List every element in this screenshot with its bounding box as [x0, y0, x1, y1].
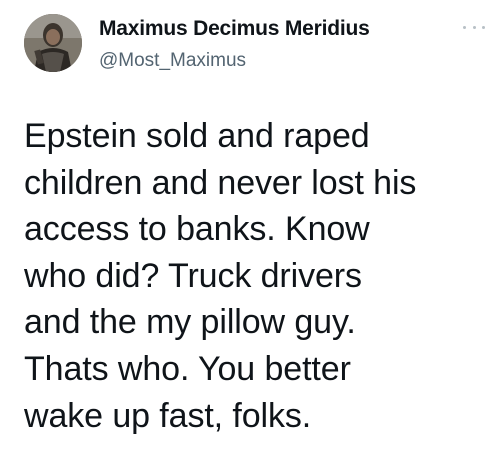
tweet-text-line: children and never lost his [24, 163, 417, 202]
gladiator-avatar-icon [24, 14, 82, 72]
tweet-text-line: Epstein sold and raped [24, 117, 370, 155]
tweet-text-line: Thats who. You better [24, 349, 351, 388]
tweet-text-line: and the my pillow guy. [24, 303, 356, 342]
more-options-icon[interactable] [460, 20, 488, 34]
tweet-text: Epstein sold and raped children and neve… [24, 113, 494, 439]
tweet-text-line: access to banks. Know [24, 210, 370, 249]
tweet-text-line: wake up fast, folks. [24, 396, 312, 435]
tweet-card: Maximus Decimus Meridius @Most_Maximus E… [0, 0, 500, 468]
author-handle[interactable]: @Most_Maximus [99, 50, 246, 72]
tweet-text-line: who did? Truck drivers [24, 256, 362, 295]
avatar[interactable] [24, 14, 82, 72]
author-display-name[interactable]: Maximus Decimus Meridius [99, 17, 370, 41]
